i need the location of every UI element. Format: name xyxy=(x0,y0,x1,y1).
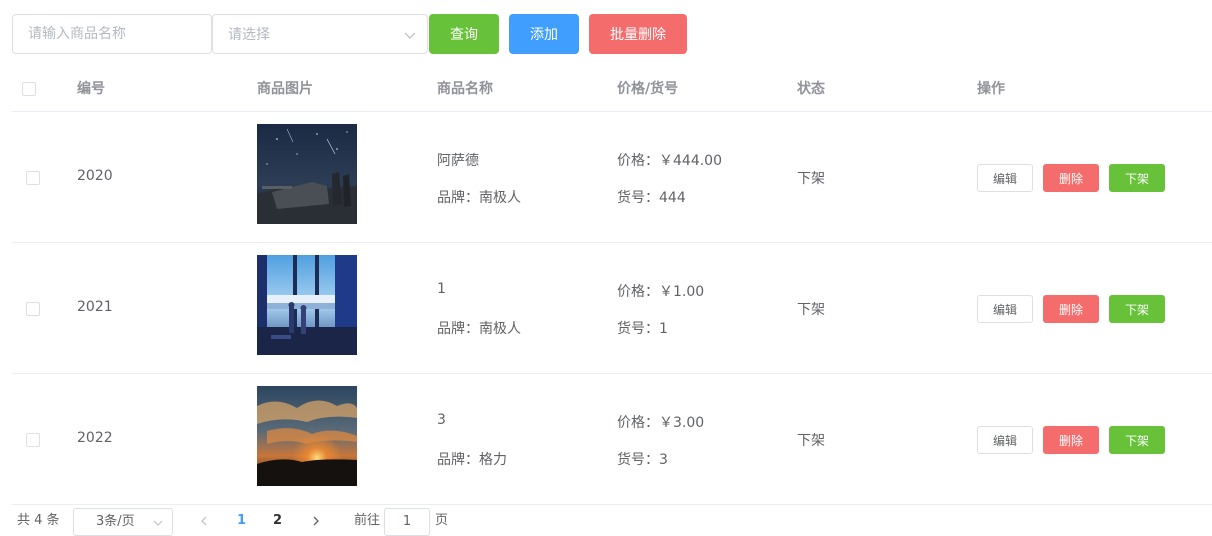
delete-button[interactable]: 删除 xyxy=(1043,295,1099,323)
chevron-down-icon xyxy=(153,520,163,526)
row-status: 下架 xyxy=(797,171,825,187)
pagination-total: 共 4 条 xyxy=(17,513,60,528)
table-row: 2022 3 品牌：格力 价格：￥3.00 货号：3 下架 编辑 删除 下架 xyxy=(12,374,1212,505)
edit-button[interactable]: 编辑 xyxy=(977,426,1033,454)
category-select-placeholder: 请选择 xyxy=(228,27,270,43)
sunset-clouds-image xyxy=(257,386,357,486)
row-id: 2021 xyxy=(77,299,113,315)
row-brand: 品牌：格力 xyxy=(437,452,507,468)
row-sku: 货号：1 xyxy=(617,321,668,337)
page-size-value: 3条/页 xyxy=(96,514,135,529)
tank-night-sky-image xyxy=(257,124,357,224)
delete-button[interactable]: 删除 xyxy=(1043,426,1099,454)
select-all-checkbox[interactable] xyxy=(22,82,36,96)
header-name: 商品名称 xyxy=(437,81,493,97)
header-actions: 操作 xyxy=(977,81,1005,97)
next-page-icon[interactable] xyxy=(310,515,322,527)
row-sku: 货号：444 xyxy=(617,190,686,206)
row-id: 2020 xyxy=(77,168,113,184)
add-button[interactable]: 添加 xyxy=(509,14,579,54)
row-checkbox[interactable] xyxy=(26,171,40,185)
page-number-1[interactable]: 1 xyxy=(237,506,246,536)
row-name: 阿萨德 xyxy=(437,153,479,169)
toolbar: 请选择 查询 添加 批量删除 xyxy=(12,14,687,54)
table-header: 编号 商品图片 商品名称 价格/货号 状态 操作 xyxy=(12,66,1212,112)
product-name-search-input[interactable] xyxy=(12,14,212,54)
row-checkbox[interactable] xyxy=(26,433,40,447)
offshelf-button[interactable]: 下架 xyxy=(1109,295,1165,323)
delete-button[interactable]: 删除 xyxy=(1043,164,1099,192)
row-price: 价格：￥1.00 xyxy=(617,284,705,300)
goto-page-input[interactable]: 1 xyxy=(384,508,430,536)
offshelf-button[interactable]: 下架 xyxy=(1109,426,1165,454)
header-image: 商品图片 xyxy=(257,81,313,97)
category-select[interactable]: 请选择 xyxy=(212,14,428,54)
row-price: 价格：￥444.00 xyxy=(617,153,722,169)
row-checkbox[interactable] xyxy=(26,302,40,316)
row-brand: 品牌：南极人 xyxy=(437,190,521,206)
product-table: 编号 商品图片 商品名称 价格/货号 状态 操作 2020 阿萨德 品牌：南极人… xyxy=(12,66,1212,505)
batch-delete-button[interactable]: 批量删除 xyxy=(589,14,687,54)
header-price-sku: 价格/货号 xyxy=(617,81,679,97)
row-price: 价格：￥3.00 xyxy=(617,415,705,431)
pagination: 共 4 条 3条/页 1 2 前往 1 页 xyxy=(12,506,1212,536)
goto-prefix: 前往 xyxy=(354,513,381,528)
offshelf-button[interactable]: 下架 xyxy=(1109,164,1165,192)
header-id: 编号 xyxy=(77,81,105,97)
chevron-down-icon xyxy=(404,32,416,39)
header-status: 状态 xyxy=(797,81,825,97)
row-status: 下架 xyxy=(797,433,825,449)
page-number-2[interactable]: 2 xyxy=(273,506,282,536)
table-row: 2021 1 品牌：南极人 价格：￥1.00 货号：1 下架 编辑 删除 下架 xyxy=(12,243,1212,374)
row-sku: 货号：3 xyxy=(617,452,668,468)
page-size-select[interactable]: 3条/页 xyxy=(73,508,173,536)
goto-suffix: 页 xyxy=(435,513,449,528)
query-button[interactable]: 查询 xyxy=(429,14,499,54)
row-name: 1 xyxy=(437,281,446,297)
prev-page-icon[interactable] xyxy=(198,515,210,527)
window-city-view-image xyxy=(257,255,357,355)
edit-button[interactable]: 编辑 xyxy=(977,164,1033,192)
table-row: 2020 阿萨德 品牌：南极人 价格：￥444.00 货号：444 下架 编辑 … xyxy=(12,112,1212,243)
edit-button[interactable]: 编辑 xyxy=(977,295,1033,323)
row-status: 下架 xyxy=(797,302,825,318)
row-name: 3 xyxy=(437,412,446,428)
row-brand: 品牌：南极人 xyxy=(437,321,521,337)
row-id: 2022 xyxy=(77,430,113,446)
